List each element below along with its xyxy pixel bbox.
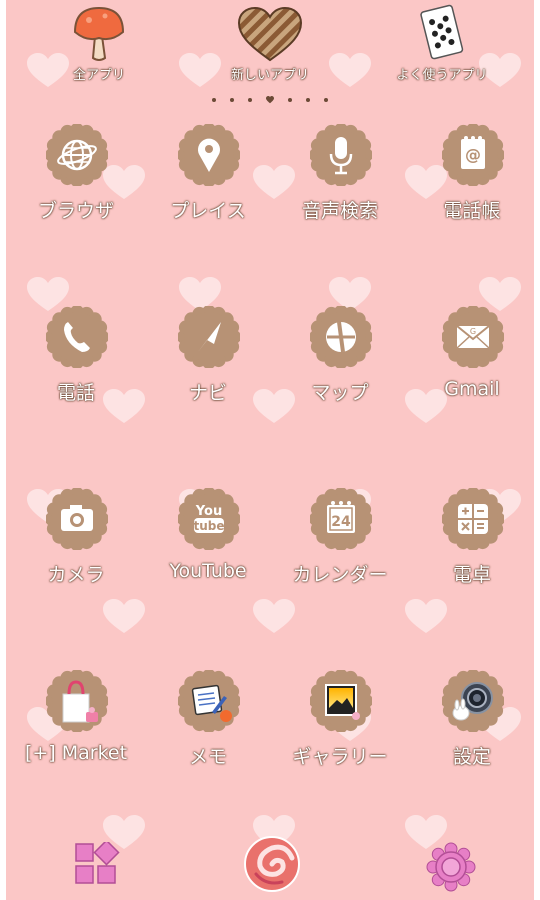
memo-icon	[178, 670, 240, 732]
app-label: 音声検索	[301, 200, 378, 222]
app-label: メモ	[188, 746, 227, 768]
youtube-icon-text-top: You	[195, 504, 222, 519]
map-pin-icon	[178, 124, 240, 186]
new-apps-label: 新しいアプリ	[230, 68, 309, 83]
navigation-arrow-icon	[178, 306, 240, 368]
app-navigation[interactable]: ナビ	[142, 306, 274, 416]
background-heart-icon	[102, 598, 146, 634]
mail-icon: G	[442, 306, 504, 368]
mushroom-icon	[73, 6, 125, 61]
youtube-icon: You tube	[178, 488, 240, 550]
calculator-icon	[442, 488, 504, 550]
flower-button[interactable]	[426, 842, 476, 896]
home-button[interactable]	[242, 832, 302, 898]
svg-text:@: @	[465, 145, 481, 164]
app-label: YouTube	[169, 560, 247, 582]
app-phone[interactable]: 電話	[10, 306, 142, 416]
gallery-icon	[310, 670, 372, 732]
all-apps-label: 全アプリ	[72, 68, 125, 83]
globe-icon	[46, 124, 108, 186]
page-indicator	[6, 89, 534, 104]
app-label: プレイス	[170, 200, 246, 222]
microphone-icon	[310, 124, 372, 186]
home-screen: 全アプリ 新しいアプリ よく使うアプリ ブラウザ プレイス 音声検索 @ 電話帳…	[6, 0, 534, 900]
app-voice-search[interactable]: 音声検索	[274, 124, 406, 234]
app-label: Gmail	[444, 378, 500, 400]
background-heart-icon	[252, 598, 296, 634]
app-drawer-button[interactable]	[72, 839, 122, 892]
app-label: 電話	[56, 382, 95, 404]
app-label: マップ	[311, 382, 369, 404]
phone-icon	[46, 306, 108, 368]
app-label: ギャラリー	[292, 746, 388, 768]
flower-icon	[426, 842, 476, 892]
app-label: ブラウザ	[37, 200, 114, 222]
settings-icon	[442, 670, 504, 732]
shopping-bag-icon	[46, 670, 108, 732]
playing-card-icon	[420, 4, 464, 60]
app-label: カレンダー	[292, 564, 388, 586]
app-places[interactable]: プレイス	[142, 124, 274, 234]
calendar-icon: 24	[310, 488, 372, 550]
app-label: カメラ	[47, 564, 105, 586]
app-label: [+] Market	[24, 742, 128, 764]
app-memo[interactable]: メモ	[142, 670, 274, 780]
frequent-apps-label: よく使うアプリ	[396, 68, 488, 83]
contacts-icon: @	[442, 124, 504, 186]
app-label: 電卓	[452, 564, 491, 586]
app-camera[interactable]: カメラ	[10, 488, 142, 598]
app-youtube[interactable]: You tube YouTube	[142, 488, 274, 598]
app-label: 設定	[452, 746, 491, 768]
chocolate-heart-icon	[237, 6, 303, 62]
page-dot	[248, 97, 252, 102]
app-market[interactable]: [+] Market	[10, 670, 142, 780]
page-dot	[212, 97, 216, 102]
map-icon	[310, 306, 372, 368]
app-label: 電話帳	[443, 200, 501, 222]
app-settings[interactable]: 設定	[406, 670, 534, 780]
app-browser[interactable]: ブラウザ	[10, 124, 142, 234]
app-gmail[interactable]: G Gmail	[406, 306, 534, 416]
app-gallery[interactable]: ギャラリー	[274, 670, 406, 780]
app-calculator[interactable]: 電卓	[406, 488, 534, 598]
page-dot	[324, 97, 328, 102]
page-dot	[306, 97, 310, 102]
youtube-icon-text-bottom: tube	[193, 519, 224, 533]
camera-icon	[46, 488, 108, 550]
app-label: ナビ	[188, 382, 227, 404]
home-swirl-icon	[244, 836, 300, 892]
app-drawer-icon	[75, 839, 120, 884]
app-maps[interactable]: マップ	[274, 306, 406, 416]
page-dot	[288, 97, 292, 102]
calendar-icon-text: 24	[331, 514, 351, 530]
page-dot	[230, 97, 234, 102]
background-heart-icon	[404, 598, 448, 634]
app-calendar[interactable]: 24 カレンダー	[274, 488, 406, 598]
svg-text:G: G	[470, 327, 476, 336]
app-contacts[interactable]: @ 電話帳	[406, 124, 534, 234]
current-page-heart-icon	[266, 95, 274, 104]
